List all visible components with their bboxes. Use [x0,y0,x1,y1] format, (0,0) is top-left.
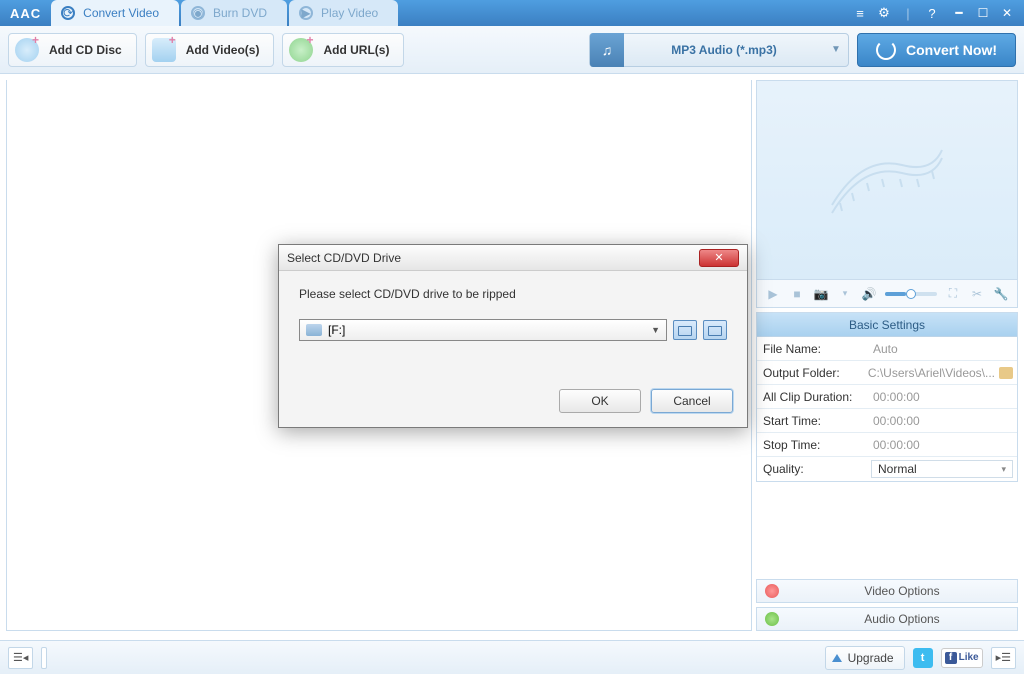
eject-tray-button[interactable] [673,320,697,340]
dialog-backdrop: Select CD/DVD Drive ✕ Please select CD/D… [0,0,1024,674]
chevron-down-icon: ▼ [651,325,660,335]
drive-label: [F:] [328,323,345,337]
cancel-button[interactable]: Cancel [651,389,733,413]
drive-icon [306,324,322,336]
ok-button[interactable]: OK [559,389,641,413]
dialog-close-button[interactable]: ✕ [699,249,739,267]
dialog-titlebar[interactable]: Select CD/DVD Drive ✕ [279,245,747,271]
close-tray-button[interactable] [703,320,727,340]
drive-select[interactable]: [F:] ▼ [299,319,667,341]
dialog-title-text: Select CD/DVD Drive [287,251,401,265]
select-drive-dialog: Select CD/DVD Drive ✕ Please select CD/D… [278,244,748,428]
dialog-instruction-text: Please select CD/DVD drive to be ripped [299,287,727,301]
